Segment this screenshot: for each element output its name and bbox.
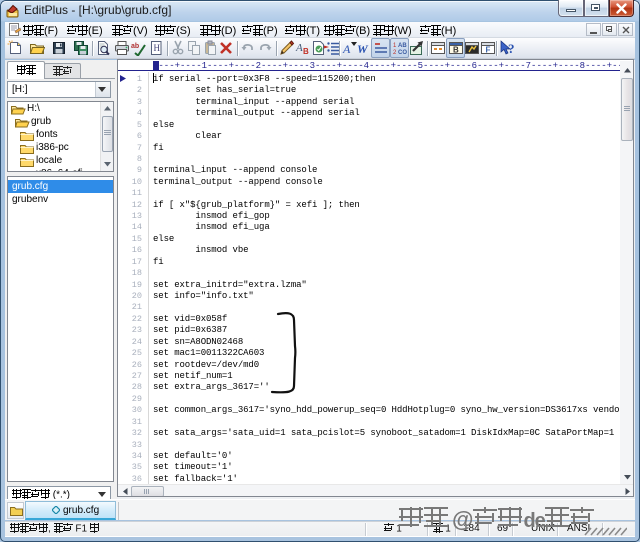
svg-text:ab: ab [131, 43, 139, 50]
svg-text:A: A [342, 42, 351, 56]
svg-text:W: W [357, 42, 369, 56]
svg-text:F: F [486, 46, 491, 55]
svg-text:AB: AB [398, 43, 407, 49]
svg-text:?: ? [508, 41, 515, 56]
svg-text:1: 1 [393, 43, 397, 49]
svg-text:B: B [303, 47, 309, 56]
svg-text:CO: CO [398, 50, 407, 56]
svg-text:H: H [154, 43, 161, 53]
svg-text:2: 2 [393, 50, 397, 56]
svg-text:A: A [295, 42, 303, 54]
svg-text:B: B [453, 46, 459, 55]
